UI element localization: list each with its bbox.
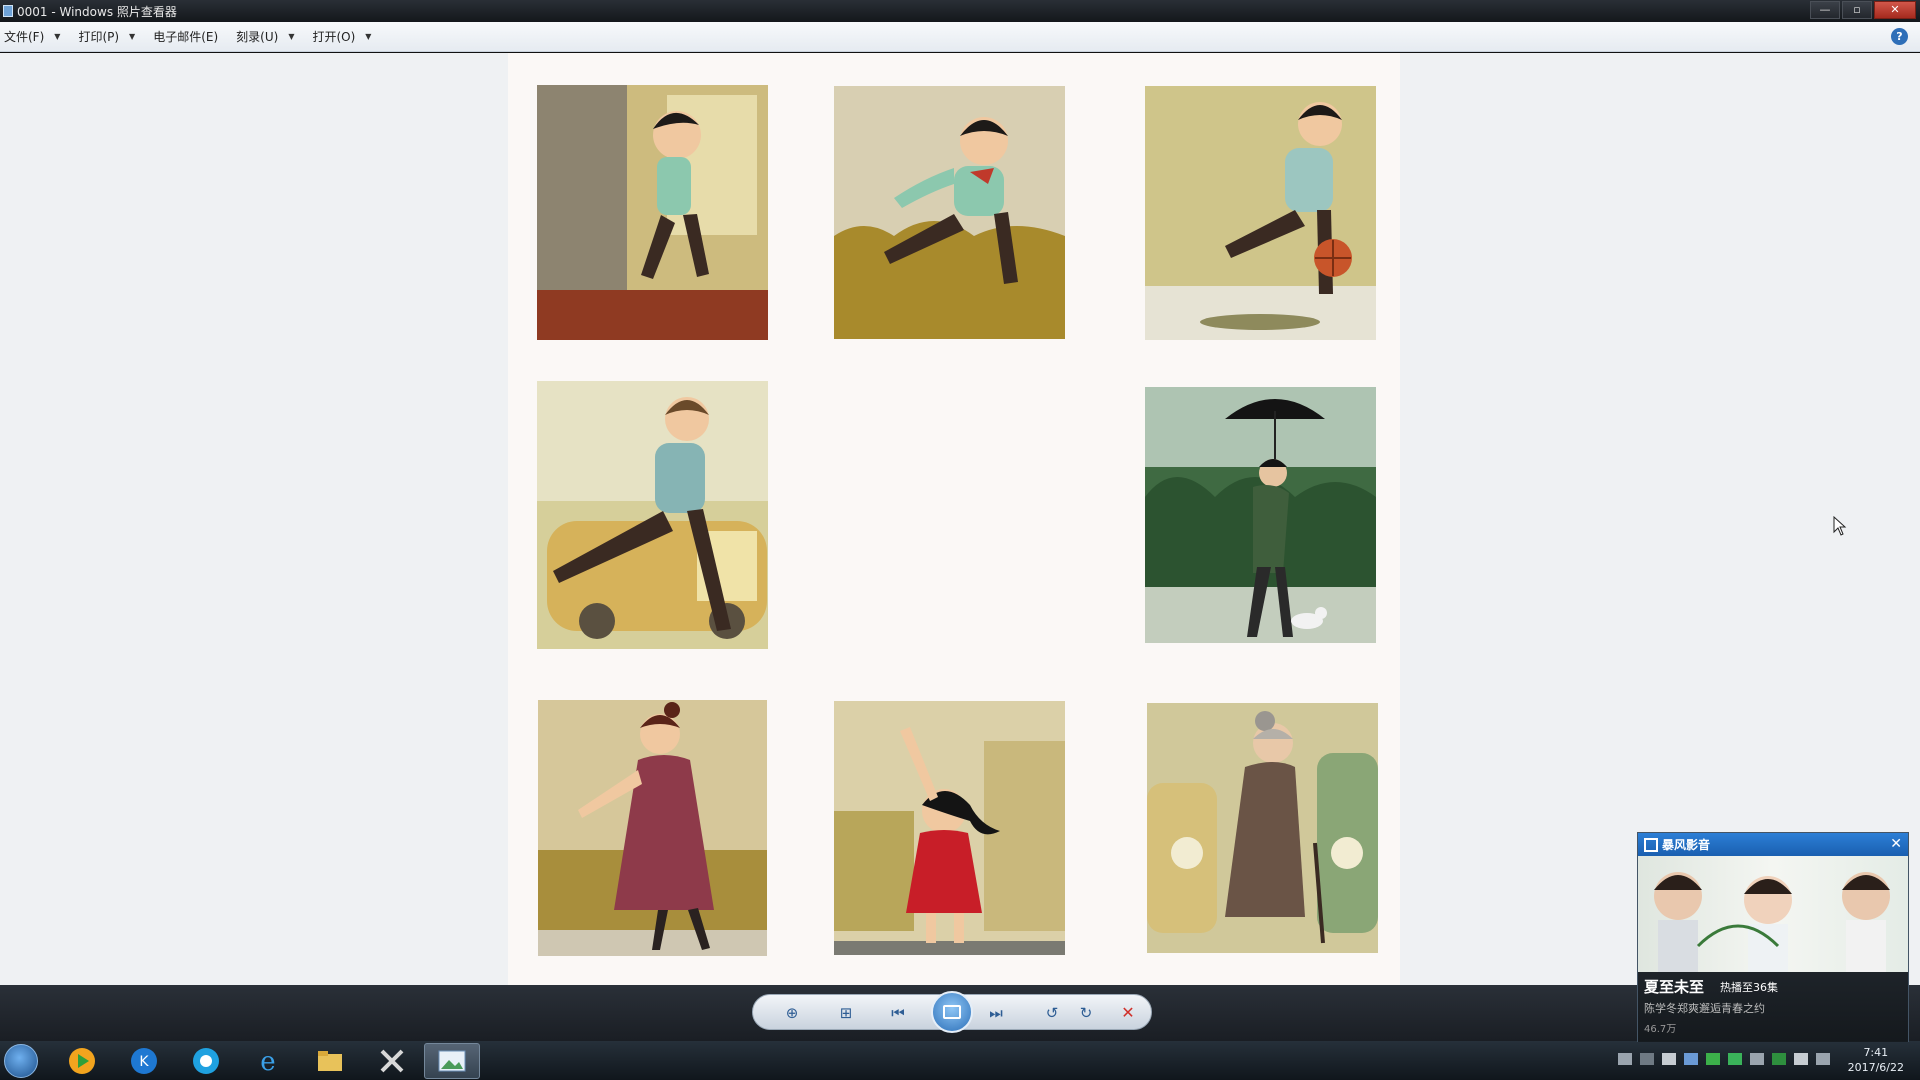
system-clock[interactable]: 7:41 2017/6/22 xyxy=(1848,1045,1904,1075)
illustration-boy-running-by-car xyxy=(537,381,768,649)
title-bar: 0001 - Windows 照片查看器 — ▫ ✕ xyxy=(0,0,1920,22)
maximize-button[interactable]: ▫ xyxy=(1842,1,1872,19)
media-player-taskbar-icon[interactable] xyxy=(54,1043,110,1079)
window-title: 0001 - Windows 照片查看器 xyxy=(17,4,177,19)
menu-open[interactable]: 打开(O) ▼ xyxy=(312,28,371,45)
help-icon[interactable]: ? xyxy=(1891,28,1908,45)
photo-viewer-app-icon xyxy=(3,5,13,17)
tray-chevron-icon[interactable] xyxy=(1640,1053,1654,1065)
previous-icon[interactable]: ⏮ xyxy=(887,1003,909,1023)
next-icon[interactable]: ⏭ xyxy=(985,1003,1007,1023)
minimize-button[interactable]: — xyxy=(1810,1,1840,19)
chevron-down-icon: ▼ xyxy=(54,32,61,41)
navigation-controls: ⊕ ⊞ ⏮ ⏭ ↺ ↻ ✕ xyxy=(752,991,1152,1033)
menu-print[interactable]: 打印(P) ▼ xyxy=(78,28,135,45)
volume-icon[interactable] xyxy=(1794,1053,1808,1065)
svg-text:e: e xyxy=(260,1047,275,1076)
baofeng-popup: 暴风影音 ✕ 夏至未至 热播至36集 陈学冬郑爽邂逅青春之约 46.7万 xyxy=(1637,832,1909,1042)
popup-episode-tag: 热播至36集 xyxy=(1720,981,1778,994)
chevron-down-icon: ▼ xyxy=(365,32,372,41)
clock-date: 2017/6/22 xyxy=(1847,1061,1904,1074)
file-explorer-taskbar-icon[interactable] xyxy=(302,1043,358,1079)
popup-close-icon[interactable]: ✕ xyxy=(1890,836,1902,852)
menu-burn-label: 刻录(U) xyxy=(236,30,279,44)
chevron-down-icon: ▼ xyxy=(288,32,295,41)
illustration-woman-in-red-dress xyxy=(538,700,767,956)
popup-info[interactable]: 夏至未至 热播至36集 陈学冬郑爽邂逅青春之约 46.7万 xyxy=(1638,972,1908,1042)
browser-taskbar-icon[interactable] xyxy=(178,1043,234,1079)
chevron-down-icon: ▼ xyxy=(129,32,136,41)
popup-view-count: 46.7万 xyxy=(1644,1024,1677,1035)
menu-burn[interactable]: 刻录(U) ▼ xyxy=(236,28,294,45)
shield-tray-icon[interactable] xyxy=(1772,1053,1786,1065)
window-controls: — ▫ ✕ xyxy=(1810,1,1916,19)
illustration-old-woman-with-cane xyxy=(1147,703,1378,953)
system-tray xyxy=(1618,1053,1830,1065)
popup-header: 暴风影音 ✕ xyxy=(1638,833,1908,856)
menu-open-label: 打开(O) xyxy=(312,30,356,44)
close-window-button[interactable]: ✕ xyxy=(1874,1,1916,19)
start-button[interactable] xyxy=(4,1044,38,1078)
menu-print-label: 打印(P) xyxy=(78,30,120,44)
illustration-old-man-with-umbrella-and-dog xyxy=(1145,387,1376,643)
kugou-taskbar-icon[interactable]: K xyxy=(116,1043,172,1079)
slideshow-button[interactable] xyxy=(931,991,973,1033)
image-viewport[interactable] xyxy=(0,53,1920,985)
tools-tray-icon[interactable] xyxy=(1662,1053,1676,1065)
illustration-boy-dribbling-basketball xyxy=(1145,86,1376,340)
action-center-icon[interactable] xyxy=(1816,1053,1830,1065)
photo-viewer-taskbar-icon[interactable] xyxy=(424,1043,480,1079)
popup-title: 夏至未至 xyxy=(1644,978,1705,996)
baofeng-logo-icon xyxy=(1644,837,1658,852)
illustration-girl-in-red-dress-reaching xyxy=(834,701,1065,955)
zoom-icon[interactable]: ⊕ xyxy=(781,1003,803,1023)
keyboard-icon[interactable] xyxy=(1618,1053,1632,1065)
taskbar: K e 7:41 2017/6/22 xyxy=(0,1041,1920,1080)
displayed-image xyxy=(508,53,1400,985)
clock-time: 7:41 xyxy=(1863,1046,1889,1059)
popup-brand: 暴风影音 xyxy=(1662,838,1711,852)
actual-size-icon[interactable]: ⊞ xyxy=(835,1003,857,1023)
green-app-tray-icon[interactable] xyxy=(1706,1053,1720,1065)
menu-email-label: 电子邮件(E) xyxy=(153,30,219,44)
svg-text:K: K xyxy=(139,1054,149,1070)
tools-taskbar-icon[interactable] xyxy=(364,1043,420,1079)
delete-icon[interactable]: ✕ xyxy=(1117,1003,1139,1023)
rotate-right-icon[interactable]: ↻ xyxy=(1075,1003,1097,1023)
internet-explorer-taskbar-icon[interactable]: e xyxy=(240,1043,296,1079)
network-tray-icon[interactable] xyxy=(1750,1053,1764,1065)
menu-file[interactable]: 文件(F) ▼ xyxy=(4,28,60,45)
popup-subtitle: 陈学冬郑爽邂逅青春之约 xyxy=(1644,1002,1765,1015)
popup-poster-image[interactable] xyxy=(1638,856,1908,972)
illustration-boy-running-from-door xyxy=(537,85,768,340)
chat-tray-icon[interactable] xyxy=(1728,1053,1742,1065)
menu-bar: 文件(F) ▼ 打印(P) ▼ 电子邮件(E) 刻录(U) ▼ 打开(O) ▼ ? xyxy=(0,22,1920,52)
menu-file-label: 文件(F) xyxy=(4,30,45,44)
viewer-control-bar: ⊕ ⊞ ⏮ ⏭ ↺ ↻ ✕ xyxy=(0,985,1920,1041)
menu-email[interactable]: 电子邮件(E) xyxy=(153,28,218,45)
slideshow-icon xyxy=(943,1005,961,1019)
display-tray-icon[interactable] xyxy=(1684,1053,1698,1065)
rotate-left-icon[interactable]: ↺ xyxy=(1041,1003,1063,1023)
illustration-boy-running-with-red-scarf xyxy=(834,86,1065,339)
